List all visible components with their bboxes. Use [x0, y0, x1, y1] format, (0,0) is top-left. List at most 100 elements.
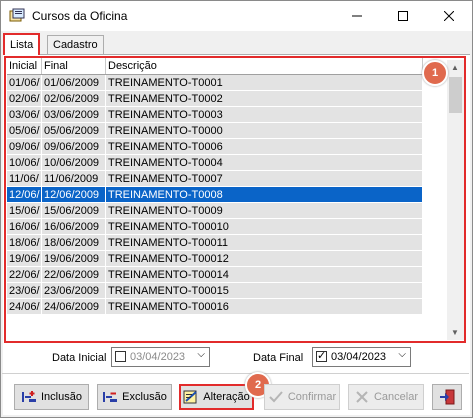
- table-cell: TREINAMENTO-T0004: [106, 155, 423, 171]
- column-header-final[interactable]: Final: [42, 58, 106, 74]
- table-cell: TREINAMENTO-T0000: [106, 123, 423, 139]
- table-cell: 05/06/: [7, 123, 42, 139]
- grid-vertical-scrollbar[interactable]: ▲ ▼: [447, 60, 464, 340]
- tab-strip: Lista Cadastro: [3, 33, 472, 55]
- table-cell: 05/06/2009: [42, 123, 106, 139]
- table-row[interactable]: 15/06/15/06/2009 TREINAMENTO-T0009: [7, 203, 423, 219]
- tab-cadastro[interactable]: Cadastro: [47, 35, 104, 54]
- scroll-up-icon[interactable]: ▲: [451, 63, 459, 72]
- table-row[interactable]: 03/06/03/06/2009 TREINAMENTO-T0003: [7, 107, 423, 123]
- table-cell: 24/06/: [7, 299, 42, 315]
- minimize-button[interactable]: [334, 1, 380, 31]
- alteracao-label: Alteração: [203, 391, 250, 403]
- table-cell: TREINAMENTO-T0008: [106, 187, 423, 203]
- table-cell: TREINAMENTO-T00016: [106, 299, 423, 315]
- table-cell: 10/06/: [7, 155, 42, 171]
- scroll-down-icon[interactable]: ▼: [451, 328, 459, 337]
- chevron-down-icon[interactable]: ⌵: [197, 349, 205, 360]
- table-cell: 16/06/: [7, 219, 42, 235]
- table-cell: TREINAMENTO-T00014: [106, 267, 423, 283]
- data-final-picker[interactable]: 03/04/2023 ⌵: [312, 347, 411, 367]
- table-row[interactable]: 10/06/10/06/2009 TREINAMENTO-T0004: [7, 155, 423, 171]
- table-row[interactable]: 11/06/11/06/2009 TREINAMENTO-T0007: [7, 171, 423, 187]
- data-final-label: Data Final: [253, 352, 304, 364]
- exit-door-icon: [439, 389, 455, 405]
- data-inicial-picker[interactable]: 03/04/2023 ⌵: [111, 347, 210, 367]
- data-inicial-label: Data Inicial: [52, 352, 107, 364]
- cancelar-button[interactable]: Cancelar: [348, 384, 424, 410]
- table-cell: 23/06/: [7, 283, 42, 299]
- table-row[interactable]: 23/06/23/06/2009 TREINAMENTO-T00015: [7, 283, 423, 299]
- table-row[interactable]: 22/06/22/06/2009 TREINAMENTO-T00014: [7, 267, 423, 283]
- annotation-badge-1: 1: [422, 60, 448, 86]
- table-cell: TREINAMENTO-T00011: [106, 235, 423, 251]
- close-icon: [444, 11, 454, 21]
- table-cell: 03/06/: [7, 107, 42, 123]
- table-cell: 16/06/2009: [42, 219, 106, 235]
- table-cell: TREINAMENTO-T0001: [106, 75, 423, 91]
- table-row[interactable]: 01/06/01/06/2009 TREINAMENTO-T0001: [7, 75, 423, 91]
- close-button[interactable]: [426, 1, 472, 31]
- divider: [2, 373, 469, 374]
- exit-button[interactable]: [432, 384, 462, 410]
- table-cell: 15/06/2009: [42, 203, 106, 219]
- maximize-button[interactable]: [380, 1, 426, 31]
- table-cell: TREINAMENTO-T00015: [106, 283, 423, 299]
- table-cell: TREINAMENTO-T0009: [106, 203, 423, 219]
- table-cell: TREINAMENTO-T00012: [106, 251, 423, 267]
- table-cell: 01/06/: [7, 75, 42, 91]
- table-cell: 12/06/2009: [42, 187, 106, 203]
- confirmar-label: Confirmar: [287, 391, 337, 403]
- data-final-checkbox[interactable]: [316, 349, 327, 362]
- table-cell: TREINAMENTO-T0007: [106, 171, 423, 187]
- chevron-down-icon[interactable]: ⌵: [398, 349, 406, 360]
- table-cell: 22/06/: [7, 267, 42, 283]
- title-bar: Cursos da Oficina: [1, 1, 472, 31]
- table-row[interactable]: 16/06/16/06/2009 TREINAMENTO-T00010: [7, 219, 423, 235]
- data-final-value: 03/04/2023: [331, 351, 387, 363]
- data-inicial-checkbox[interactable]: [115, 351, 126, 362]
- column-header-descricao[interactable]: Descrição: [106, 58, 423, 74]
- table-cell: 02/06/2009: [42, 91, 106, 107]
- maximize-icon: [398, 11, 408, 21]
- grid-body: 01/06/01/06/2009 TREINAMENTO-T0001 02/06/0…: [7, 75, 423, 315]
- table-row[interactable]: 24/06/24/06/2009 TREINAMENTO-T00016: [7, 299, 423, 315]
- table-cell: 19/06/: [7, 251, 42, 267]
- table-cell: TREINAMENTO-T0002: [106, 91, 423, 107]
- table-cell: 24/06/2009: [42, 299, 106, 315]
- inclusao-button[interactable]: Inclusão: [14, 384, 89, 410]
- table-cell: 15/06/: [7, 203, 42, 219]
- table-row[interactable]: 12/06/12/06/2009 TREINAMENTO-T0008: [7, 187, 423, 203]
- table-row[interactable]: 05/06/05/06/2009 TREINAMENTO-T0000: [7, 123, 423, 139]
- table-cell: TREINAMENTO-T0006: [106, 139, 423, 155]
- table-row[interactable]: 19/06/19/06/2009 TREINAMENTO-T00012: [7, 251, 423, 267]
- table-cell: 11/06/: [7, 171, 42, 187]
- scroll-thumb[interactable]: [449, 77, 462, 113]
- table-cell: 22/06/2009: [42, 267, 106, 283]
- confirmar-button[interactable]: Confirmar: [264, 384, 340, 410]
- exclusao-button[interactable]: Exclusão: [97, 384, 172, 410]
- courses-grid[interactable]: Inicial Final Descrição 01/06/01/06/2009…: [7, 58, 423, 334]
- tab-lista[interactable]: Lista: [3, 33, 41, 55]
- table-row[interactable]: 18/06/18/06/2009 TREINAMENTO-T00011: [7, 235, 423, 251]
- table-cell: 02/06/: [7, 91, 42, 107]
- table-row[interactable]: 09/06/09/06/2009 TREINAMENTO-T0006: [7, 139, 423, 155]
- window-title: Cursos da Oficina: [32, 9, 128, 23]
- table-row[interactable]: 02/06/02/06/2009 TREINAMENTO-T0002: [7, 91, 423, 107]
- table-cell: 09/06/2009: [42, 139, 106, 155]
- insert-icon: [21, 389, 37, 405]
- table-cell: 19/06/2009: [42, 251, 106, 267]
- alteracao-button[interactable]: Alteração: [179, 384, 254, 410]
- table-cell: 03/06/2009: [42, 107, 106, 123]
- column-header-inicial[interactable]: Inicial: [7, 58, 42, 74]
- check-icon: [268, 389, 284, 405]
- cancelar-label: Cancelar: [373, 391, 419, 403]
- edit-icon: [183, 389, 199, 405]
- table-cell: 12/06/: [7, 187, 42, 203]
- table-cell: TREINAMENTO-T0003: [106, 107, 423, 123]
- grid-header: Inicial Final Descrição: [7, 58, 423, 75]
- table-cell: TREINAMENTO-T00010: [106, 219, 423, 235]
- table-cell: 10/06/2009: [42, 155, 106, 171]
- table-cell: 11/06/2009: [42, 171, 106, 187]
- cancel-icon: [354, 389, 370, 405]
